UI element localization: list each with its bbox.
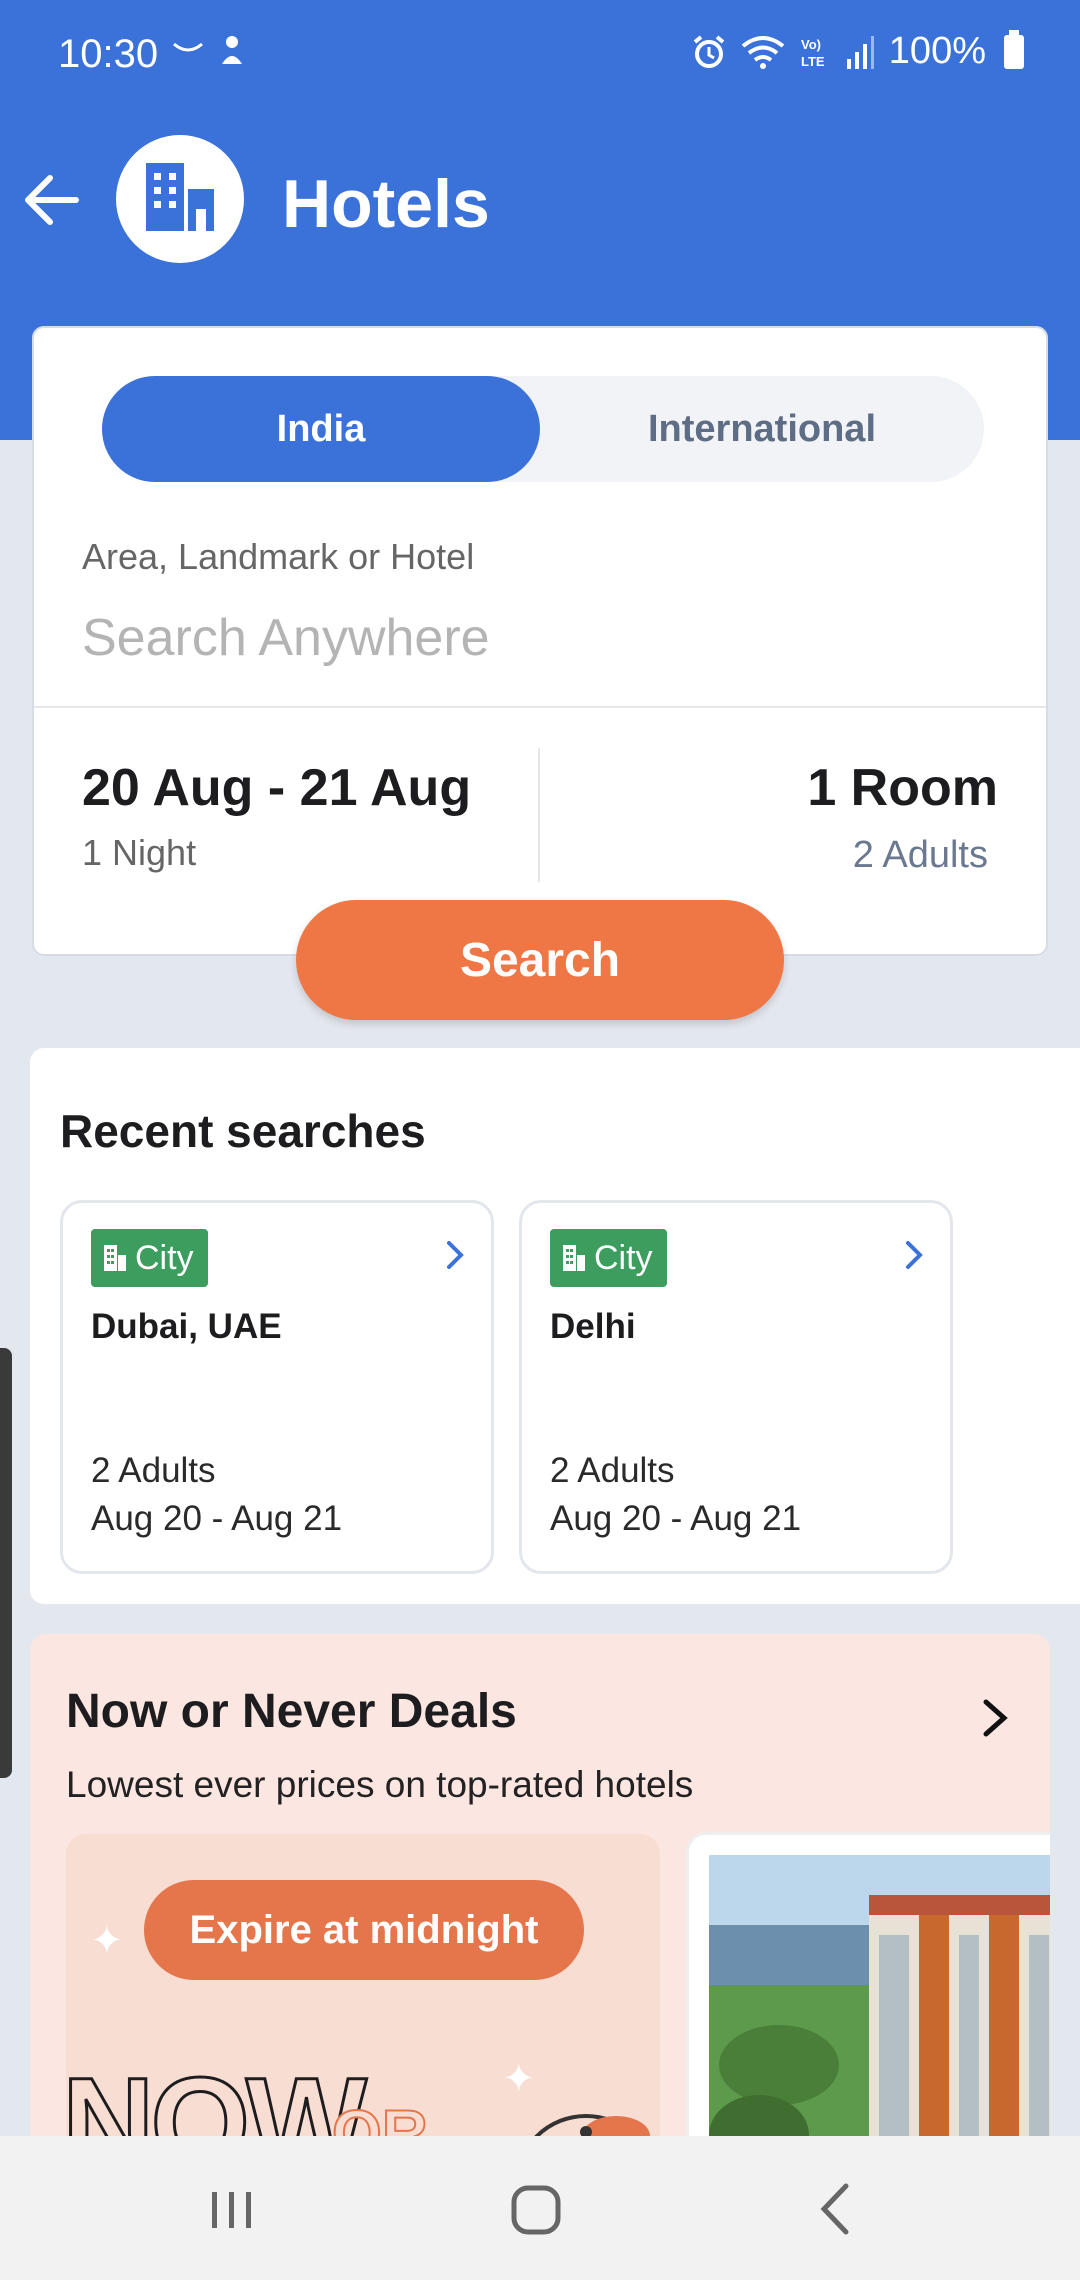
region-toggle: India International bbox=[102, 376, 984, 482]
badge-label: City bbox=[594, 1238, 653, 1277]
back-arrow-icon[interactable] bbox=[18, 165, 88, 235]
city-badge: City bbox=[91, 1229, 208, 1287]
battery-icon bbox=[1004, 29, 1024, 69]
guests-count: 2 Adults bbox=[550, 1451, 675, 1490]
status-bar: 10:30 Vo) LTE 100% bbox=[0, 0, 1080, 110]
signal-icon bbox=[846, 35, 874, 69]
deals-section: Now or Never Deals Lowest ever prices on… bbox=[30, 1634, 1050, 2154]
notification-icon bbox=[173, 36, 242, 64]
badge-label: City bbox=[135, 1238, 194, 1277]
guests-count: 2 Adults bbox=[91, 1451, 216, 1490]
back-icon[interactable] bbox=[798, 2174, 878, 2244]
search-button[interactable]: Search bbox=[296, 900, 784, 1020]
location-search-input[interactable] bbox=[82, 608, 982, 668]
nights-count: 1 Night bbox=[82, 832, 197, 873]
room-guest-selector[interactable]: 1 Room 2 Adults bbox=[807, 758, 998, 877]
chevron-right-icon bbox=[906, 1241, 923, 1269]
svg-text:LTE: LTE bbox=[801, 54, 825, 69]
hotel-photo bbox=[709, 1855, 1050, 2154]
chevron-right-icon bbox=[447, 1241, 464, 1269]
battery-percent: 100% bbox=[888, 30, 986, 72]
section-title: Now or Never Deals bbox=[66, 1685, 517, 1738]
hotels-logo bbox=[116, 135, 244, 263]
date-range: Aug 20 - Aug 21 bbox=[550, 1499, 802, 1538]
notification-icons bbox=[172, 30, 252, 79]
edge-panel-handle[interactable] bbox=[0, 1348, 12, 1778]
app-bar: Hotels bbox=[0, 130, 1080, 270]
date-range: Aug 20 - Aug 21 bbox=[91, 1499, 343, 1538]
sparkle-icon: ✦ bbox=[90, 1919, 124, 1963]
building-icon bbox=[146, 163, 214, 231]
alarm-icon bbox=[693, 34, 725, 68]
tab-india[interactable]: India bbox=[102, 376, 540, 482]
tab-international[interactable]: International bbox=[540, 376, 984, 482]
building-icon bbox=[104, 1245, 126, 1271]
divider bbox=[34, 706, 1046, 708]
home-icon[interactable] bbox=[496, 2174, 576, 2244]
chevron-right-icon[interactable] bbox=[978, 1694, 1014, 1742]
status-time: 10:30 bbox=[58, 32, 159, 76]
status-right: Vo) LTE 100% bbox=[691, 29, 1024, 73]
section-title: Recent searches bbox=[60, 1105, 426, 1157]
hotel-image-card[interactable] bbox=[686, 1832, 1050, 2154]
recents-icon[interactable] bbox=[192, 2174, 272, 2244]
date-range: 20 Aug - 21 Aug bbox=[82, 759, 472, 817]
section-subtitle: Lowest ever prices on top-rated hotels bbox=[66, 1764, 694, 1805]
volte-icon: Vo) LTE bbox=[801, 37, 825, 69]
destination-name: Delhi bbox=[550, 1307, 636, 1346]
location-label: Area, Landmark or Hotel bbox=[82, 536, 475, 577]
deal-promo-card[interactable]: ✦ ✦ Expire at midnight NOW OR bbox=[66, 1834, 660, 2154]
page-title: Hotels bbox=[282, 166, 490, 242]
city-badge: City bbox=[550, 1229, 667, 1287]
destination-name: Dubai, UAE bbox=[91, 1307, 282, 1346]
date-selector[interactable]: 20 Aug - 21 Aug 1 Night bbox=[82, 758, 471, 874]
rooms-count: 1 Room bbox=[807, 759, 998, 817]
expire-at-midnight-badge[interactable]: Expire at midnight bbox=[144, 1880, 584, 1980]
hotel-search-card: India International Area, Landmark or Ho… bbox=[32, 326, 1048, 956]
divider-vertical bbox=[538, 748, 540, 882]
recent-search-card[interactable]: City Dubai, UAE 2 Adults Aug 20 - Aug 21 bbox=[60, 1200, 494, 1574]
svg-text:Vo): Vo) bbox=[801, 37, 821, 52]
system-navigation-bar bbox=[0, 2136, 1080, 2280]
wifi-icon bbox=[741, 35, 785, 69]
guests-count: 2 Adults bbox=[852, 834, 988, 876]
recent-searches-section: Recent searches City Dubai, UAE 2 Adults… bbox=[30, 1048, 1080, 1604]
building-icon bbox=[563, 1245, 585, 1271]
recent-search-card[interactable]: City Delhi 2 Adults Aug 20 - Aug 21 bbox=[519, 1200, 953, 1574]
